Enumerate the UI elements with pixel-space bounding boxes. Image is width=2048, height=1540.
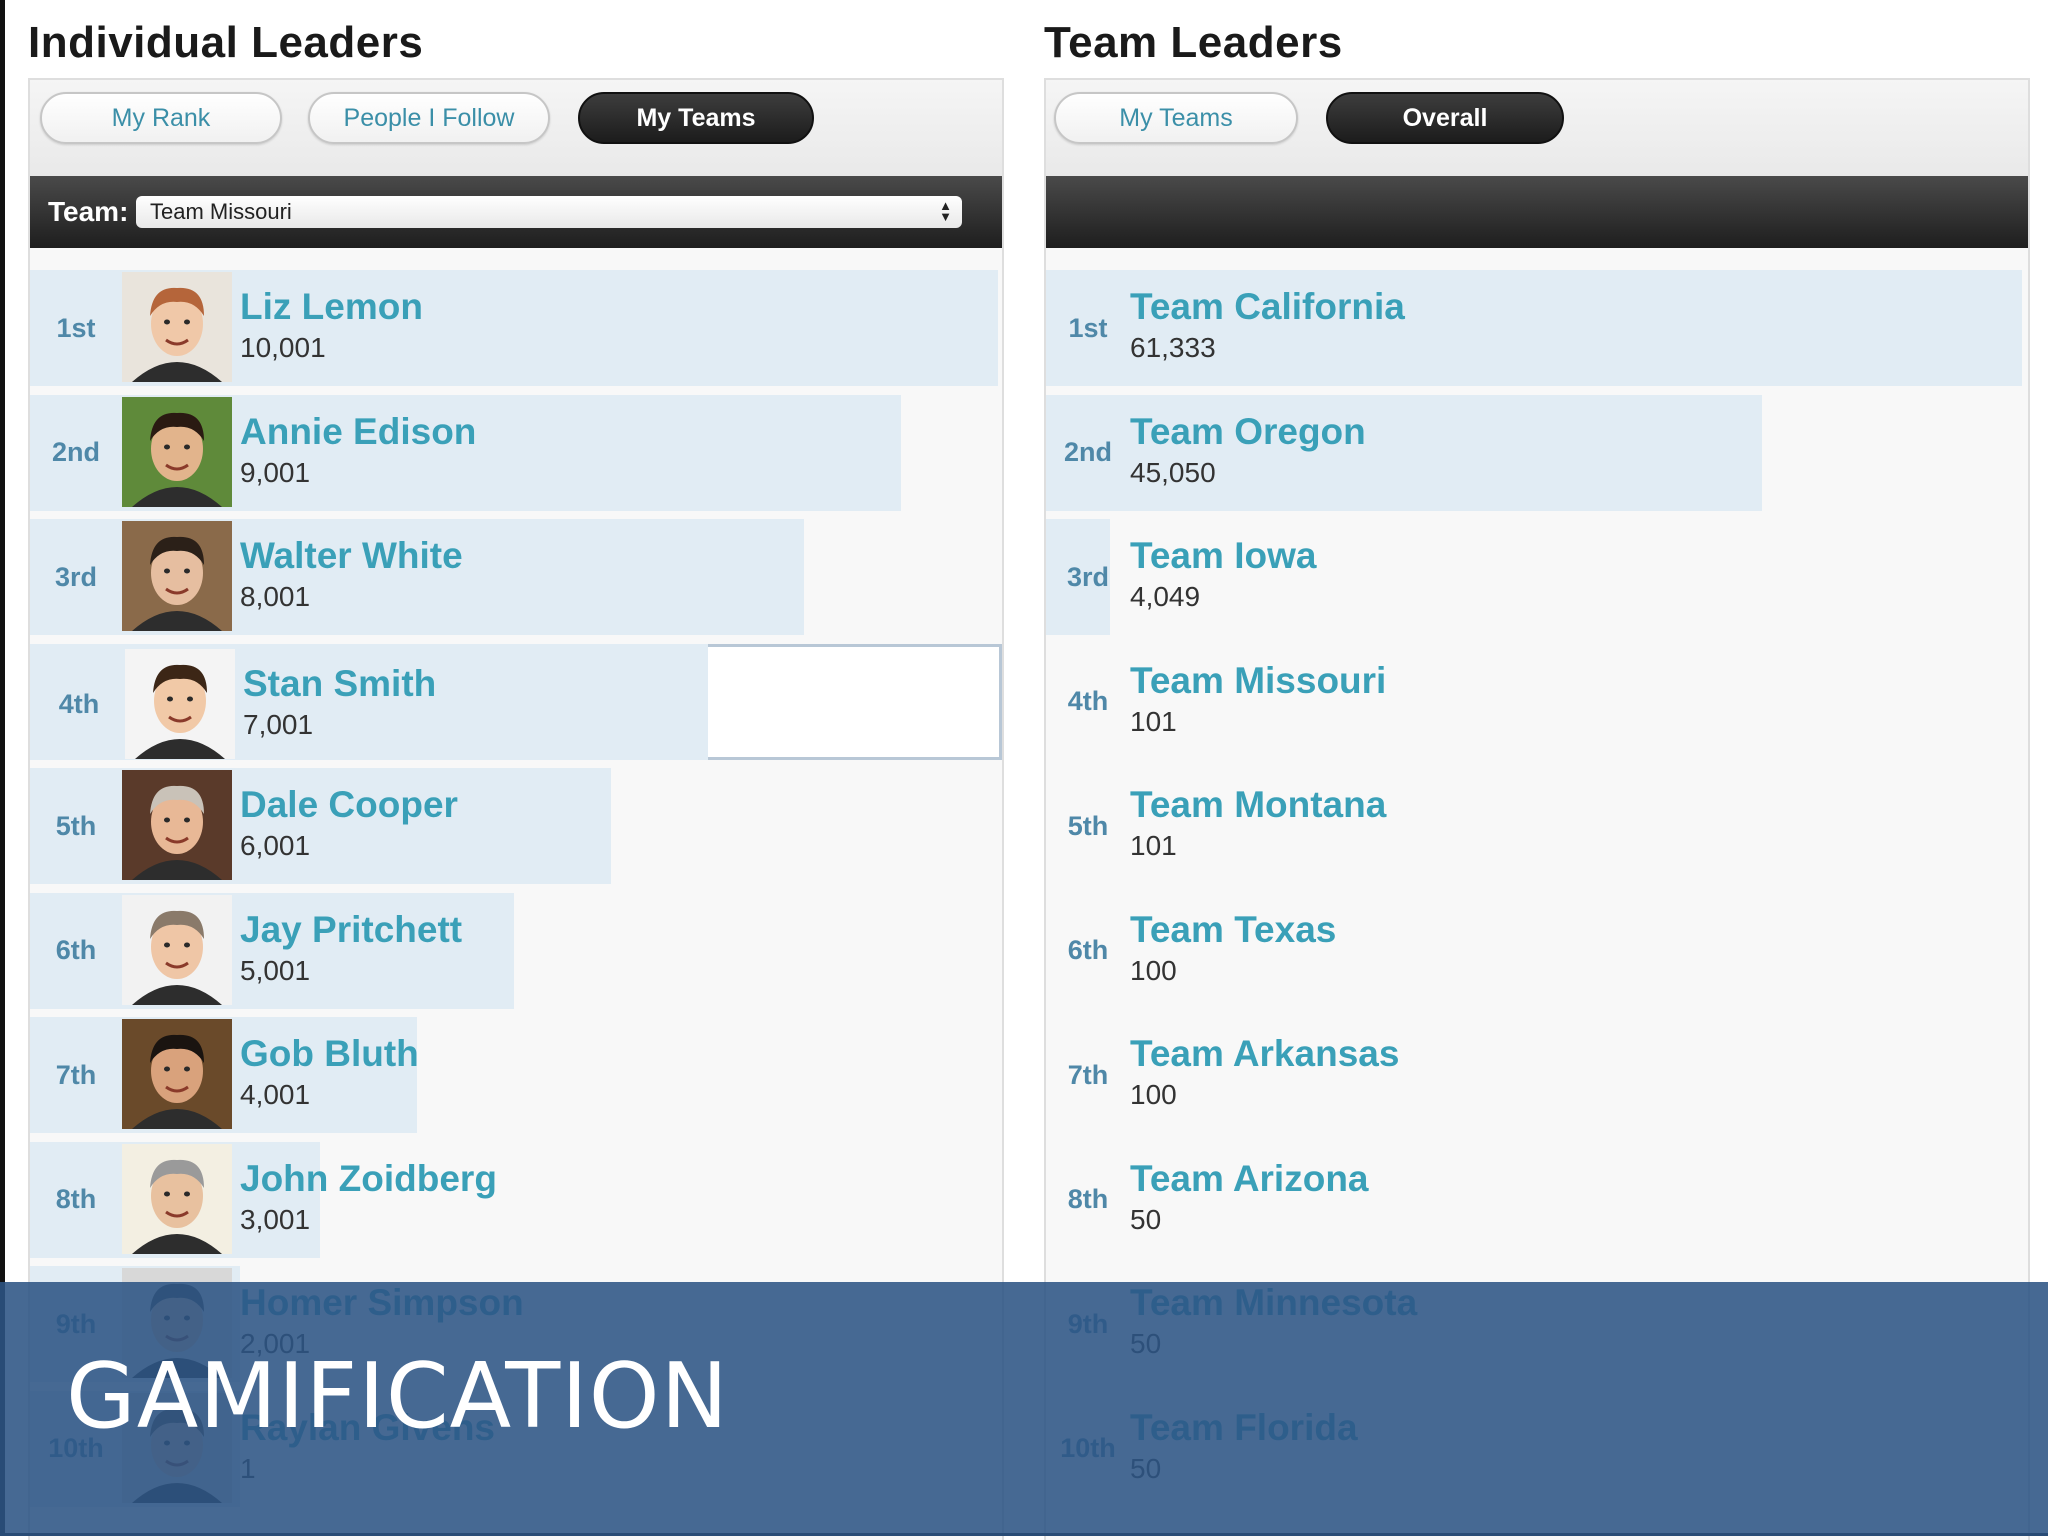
leader-row[interactable]: 7th Gob Bluth 4,001 (30, 1017, 1002, 1133)
team-name-link[interactable]: Team Texas (1130, 909, 1336, 951)
individual-tabbar: My Rank People I Follow My Teams (30, 80, 1002, 176)
score-value: 7,001 (243, 708, 314, 740)
team-name-link[interactable]: Team Arizona (1130, 1158, 1369, 1200)
leader-name-link[interactable]: Annie Edison (240, 411, 476, 453)
team-name-link[interactable]: Team Missouri (1130, 660, 1386, 702)
rank-label: 2nd (1063, 437, 1112, 467)
leader-row[interactable]: 8th John Zoidberg 3,001 (30, 1141, 1002, 1258)
rank-label: 6th (1067, 935, 1109, 965)
score-value: 6,001 (240, 830, 311, 861)
avatar[interactable] (125, 648, 235, 759)
banner-title: GAMIFICATION (66, 1344, 729, 1449)
score-value: 61,333 (1130, 332, 1216, 363)
avatar[interactable] (122, 396, 232, 507)
leader-row[interactable]: 3rd Walter White 8,001 (30, 519, 1002, 635)
score-value: 5,001 (240, 954, 311, 986)
team-row[interactable]: 5th Team Montana 101 (1046, 768, 2028, 884)
team-header-bar (1046, 176, 2028, 248)
select-updown-icon: ▲ ▼ (939, 198, 952, 224)
rank-label: 5th (55, 810, 97, 841)
leader-name-link[interactable]: Gob Bluth (240, 1033, 419, 1075)
tab-overall[interactable]: Overall (1326, 92, 1564, 144)
score-value: 100 (1130, 954, 1177, 986)
rank-label: 1st (1068, 312, 1108, 343)
team-row[interactable]: 6th Team Texas 100 (1046, 893, 2028, 1009)
rank-label: 6th (55, 935, 97, 965)
score-value: 101 (1130, 705, 1177, 737)
avatar[interactable] (122, 770, 232, 880)
leader-row[interactable]: 2nd Annie Edison 9,001 (30, 394, 1002, 511)
score-value: 4,001 (240, 1079, 311, 1110)
rank-label: 4th (1067, 686, 1109, 716)
avatar[interactable] (122, 894, 232, 1005)
tab-my-rank[interactable]: My Rank (40, 92, 282, 144)
rank-label: 7th (55, 1059, 97, 1090)
leader-row[interactable]: 6th Jay Pritchett 5,001 (30, 892, 1002, 1009)
team-name-link[interactable]: Team Oregon (1130, 411, 1366, 453)
score-value: 9,001 (240, 456, 311, 488)
rank-label: 1st (56, 312, 96, 343)
team-filter-bar: Team: Team Missouri ▲ ▼ (30, 176, 1002, 248)
team-filter-label: Team: (48, 196, 129, 227)
team-name-link[interactable]: Team Montana (1130, 784, 1386, 826)
rank-label: 8th (1067, 1184, 1109, 1214)
leader-row[interactable]: 4th Stan Smith 7,001 (30, 643, 1002, 760)
individual-leaders-title: Individual Leaders (28, 18, 424, 67)
score-value: 4,049 (1130, 581, 1201, 612)
leader-name-link[interactable]: Liz Lemon (240, 286, 423, 328)
avatar[interactable] (122, 272, 232, 382)
rank-label: 2nd (51, 437, 100, 467)
score-value: 100 (1130, 1079, 1177, 1110)
avatar[interactable] (122, 1143, 232, 1254)
leader-name-link[interactable]: Walter White (240, 535, 463, 577)
team-row[interactable]: 7th Team Arkansas 100 (1046, 1017, 2028, 1133)
rank-label: 3rd (1066, 561, 1110, 592)
avatar[interactable] (122, 521, 232, 631)
score-value: 45,050 (1130, 456, 1216, 488)
score-value: 3,001 (240, 1203, 311, 1235)
team-row[interactable]: 8th Team Arizona 50 (1046, 1142, 2028, 1258)
tab-team-my-teams[interactable]: My Teams (1054, 92, 1298, 144)
team-tabbar: My Teams Overall (1046, 80, 2028, 176)
leader-name-link[interactable]: Jay Pritchett (240, 909, 462, 951)
team-row[interactable]: 3rd Team Iowa 4,049 (1046, 519, 2028, 635)
rank-label: 4th (58, 689, 100, 719)
score-value: 8,001 (240, 581, 311, 612)
team-select-dropdown[interactable]: Team Missouri ▲ ▼ (136, 196, 962, 228)
team-name-link[interactable]: Team Arkansas (1130, 1033, 1399, 1075)
gamification-banner: GAMIFICATION (0, 1282, 2048, 1536)
rank-label: 7th (1067, 1059, 1109, 1090)
team-row[interactable]: 2nd Team Oregon 45,050 (1046, 394, 2028, 511)
leader-row[interactable]: 1st Liz Lemon 10,001 (30, 270, 1002, 386)
tab-my-teams[interactable]: My Teams (578, 92, 814, 144)
rank-label: 5th (1067, 810, 1109, 841)
tab-people-i-follow[interactable]: People I Follow (308, 92, 550, 144)
score-value: 101 (1130, 830, 1177, 861)
team-name-link[interactable]: Team Iowa (1130, 535, 1316, 577)
avatar[interactable] (122, 1019, 232, 1129)
team-name-link[interactable]: Team California (1130, 286, 1405, 328)
team-select-value: Team Missouri (150, 199, 292, 224)
leader-name-link[interactable]: John Zoidberg (240, 1158, 497, 1200)
team-leaders-title: Team Leaders (1044, 18, 1343, 67)
leader-name-link[interactable]: Stan Smith (243, 663, 436, 705)
score-value: 50 (1130, 1203, 1162, 1235)
team-row[interactable]: 4th Team Missouri 101 (1046, 644, 2028, 760)
leader-name-link[interactable]: Dale Cooper (240, 784, 458, 826)
team-row[interactable]: 1st Team California 61,333 (1046, 270, 2028, 386)
leader-row[interactable]: 5th Dale Cooper 6,001 (30, 768, 1002, 884)
rank-label: 8th (55, 1184, 97, 1214)
score-value: 10,001 (240, 332, 326, 363)
rank-label: 3rd (54, 561, 98, 592)
